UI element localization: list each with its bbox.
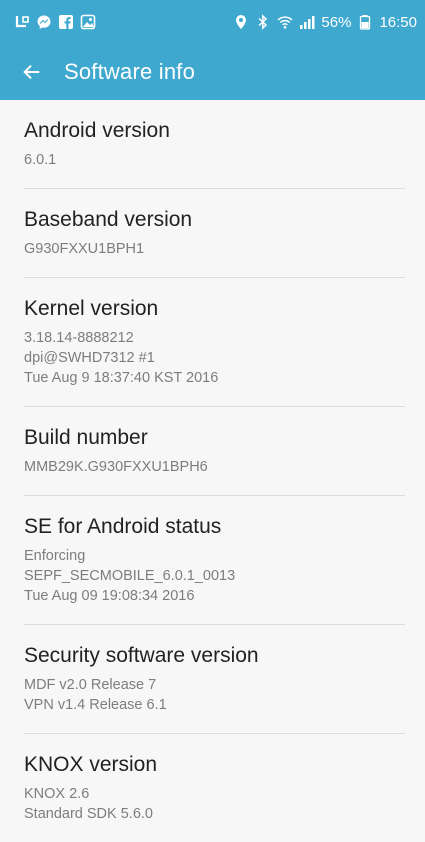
software-info-list: Android version 6.0.1 Baseband version G… bbox=[0, 100, 425, 842]
page-title: Software info bbox=[64, 59, 196, 84]
back-arrow-icon bbox=[23, 64, 40, 80]
list-item-knox-version[interactable]: KNOX version KNOX 2.6 Standard SDK 5.6.0 bbox=[24, 734, 405, 842]
list-item-android-version[interactable]: Android version 6.0.1 bbox=[24, 100, 405, 189]
list-item-baseband-version[interactable]: Baseband version G930FXXU1BPH1 bbox=[24, 189, 405, 278]
status-bar: 56% 16:50 bbox=[0, 0, 425, 44]
signal-icon bbox=[299, 14, 315, 30]
item-title: Android version bbox=[24, 119, 170, 142]
item-value: KNOX 2.6 bbox=[24, 786, 90, 802]
item-title: SE for Android status bbox=[24, 515, 222, 538]
notification-icons bbox=[14, 14, 96, 30]
list-item-kernel-version[interactable]: Kernel version 3.18.14-8888212 dpi@SWHD7… bbox=[24, 278, 405, 407]
item-value: Tue Aug 09 19:08:34 2016 bbox=[24, 588, 195, 604]
item-value: 3.18.14-8888212 bbox=[24, 330, 134, 346]
clock: 16:50 bbox=[379, 13, 417, 31]
messenger-icon bbox=[36, 14, 52, 30]
facebook-icon bbox=[58, 14, 74, 30]
item-title: KNOX version bbox=[24, 753, 158, 776]
item-value: MDF v2.0 Release 7 bbox=[24, 677, 157, 693]
location-pin-icon bbox=[233, 14, 249, 30]
item-value: 6.0.1 bbox=[24, 152, 57, 168]
item-title: Kernel version bbox=[24, 297, 159, 320]
app-bar: Software info bbox=[0, 44, 425, 100]
list-item-build-number[interactable]: Build number MMB29K.G930FXXU1BPH6 bbox=[24, 407, 405, 496]
list-item-security-software-version[interactable]: Security software version MDF v2.0 Relea… bbox=[24, 625, 405, 734]
item-value: Enforcing bbox=[24, 548, 86, 564]
item-value: VPN v1.4 Release 6.1 bbox=[24, 697, 167, 713]
system-icons: 56% 16:50 bbox=[233, 14, 417, 31]
item-value: dpi@SWHD7312 #1 bbox=[24, 350, 155, 366]
gallery-icon bbox=[80, 14, 96, 30]
lg-icon bbox=[14, 14, 30, 30]
item-value: G930FXXU1BPH1 bbox=[24, 241, 145, 257]
back-button[interactable] bbox=[16, 56, 48, 88]
item-value: Standard SDK 5.6.0 bbox=[24, 806, 153, 822]
battery-percentage: 56% bbox=[321, 13, 352, 31]
item-value: Tue Aug 9 18:37:40 KST 2016 bbox=[24, 370, 219, 386]
item-value: SEPF_SECMOBILE_6.0.1_0013 bbox=[24, 568, 236, 584]
wifi-icon bbox=[277, 14, 293, 30]
list-item-se-android-status[interactable]: SE for Android status Enforcing SEPF_SEC… bbox=[24, 496, 405, 625]
item-value: MMB29K.G930FXXU1BPH6 bbox=[24, 459, 208, 475]
item-title: Build number bbox=[24, 426, 148, 449]
item-title: Baseband version bbox=[24, 208, 193, 231]
item-title: Security software version bbox=[24, 644, 259, 667]
bluetooth-icon bbox=[255, 14, 271, 30]
battery-icon bbox=[357, 14, 373, 30]
